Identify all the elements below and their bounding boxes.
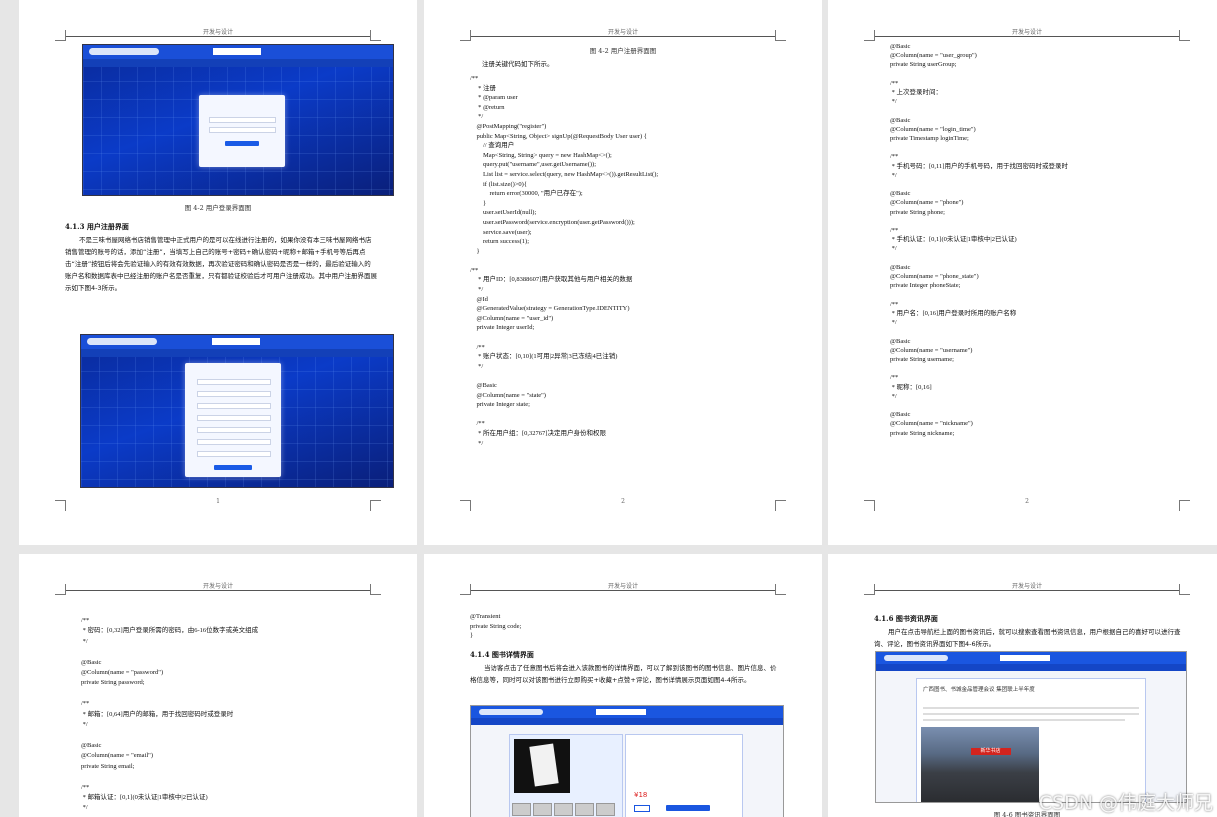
header-rule — [65, 36, 371, 37]
crop-mark — [55, 584, 66, 595]
header-rule — [874, 36, 1180, 37]
page-number: 2 — [621, 498, 625, 505]
figure-caption: 图 4-2 用户登录界面图 — [184, 204, 252, 212]
document-page-3: 开发与设计 @Basic @Column(name = "user_group"… — [828, 0, 1217, 545]
crop-mark — [1179, 30, 1190, 41]
page-number: 2 — [1025, 498, 1029, 505]
body-paragraph: 当访客点击了任意图书后将会进入该款图书的详情界面，可以了解到该图书的图书信息、图… — [470, 664, 777, 684]
register-screenshot — [80, 334, 394, 488]
page-header: 开发与设计 — [1011, 583, 1042, 590]
crop-mark — [1179, 584, 1190, 595]
page-number: 1 — [216, 498, 220, 505]
crop-mark — [460, 584, 471, 595]
book-detail-screenshot: ¥18 — [470, 705, 784, 817]
crop-mark — [370, 584, 381, 595]
header-rule — [65, 590, 371, 591]
section-heading: 4.1.6 图书资讯界面 — [874, 614, 938, 623]
shop-sign: 新华书店 — [970, 748, 1011, 756]
news-title: 广西图书、书城金品管理会议 集团联上半年度 — [923, 687, 1035, 693]
news-photo: 新华书店 — [921, 727, 1039, 802]
page-header: 开发与设计 — [202, 583, 233, 590]
body-paragraph: 用户在点击导航栏上面的图书资讯后，就可以搜索查看图书资讯信息，用户根据自己的喜好… — [874, 628, 1181, 648]
code-block: /** * 注册 * @param user * @return */ @Pos… — [470, 75, 659, 447]
header-rule — [470, 36, 776, 37]
login-screenshot — [82, 44, 394, 196]
page-header: 开发与设计 — [202, 29, 233, 36]
crop-mark — [775, 30, 786, 41]
section-heading: 4.1.4 图书详情界面 — [470, 650, 534, 659]
document-page-6: 开发与设计 4.1.6 图书资讯界面 用户在点击导航栏上面的图书资讯后，就可以搜… — [828, 554, 1217, 817]
page-header: 开发与设计 — [607, 583, 638, 590]
document-page-5: 开发与设计 @Transient private String code; } … — [424, 554, 822, 817]
csdn-watermark: CSDN @伟庭大师兄 — [1038, 792, 1213, 814]
body-paragraph: 不是三味书屋网络书店销售管理中正式用户的是可以在线进行注册的，如果你没有本三味书… — [65, 236, 377, 292]
book-news-screenshot: 广西图书、书城金品管理会议 集团联上半年度 新华书店 — [875, 651, 1187, 803]
quantity-stepper[interactable] — [634, 805, 650, 812]
crop-mark — [864, 30, 875, 41]
crop-mark — [864, 584, 875, 595]
document-page-2: 开发与设计 图 4-2 用户注册界面图 注册关键代码如下所示。 /** * 注册… — [424, 0, 822, 545]
section-heading: 4.1.3 用户注册界面 — [65, 222, 129, 231]
header-rule — [874, 590, 1180, 591]
document-page-1: 开发与设计 图 4-2 用户登录界面图 4.1.3 用户注册界面 不是三味书屋网… — [19, 0, 417, 545]
figure-caption: 图 4-2 用户注册界面图 — [589, 47, 657, 55]
crop-mark — [775, 584, 786, 595]
code-block: @Transient private String code; } — [470, 613, 522, 640]
document-page-4: 开发与设计 /** * 密码：[0,32]用户登录所需的密码，由6-16位数字或… — [19, 554, 417, 817]
crop-mark — [55, 30, 66, 41]
code-block: @Basic @Column(name = "user_group") priv… — [890, 43, 1068, 437]
crop-mark — [370, 30, 381, 41]
book-price: ¥18 — [634, 791, 648, 799]
page-header: 开发与设计 — [607, 29, 638, 36]
body-paragraph: 注册关键代码如下所示。 — [482, 60, 554, 68]
crop-mark — [460, 30, 471, 41]
buy-now-button[interactable] — [666, 805, 710, 811]
code-block: /** * 密码：[0,32]用户登录所需的密码，由6-16位数字或英文组成 *… — [81, 617, 259, 812]
page-header: 开发与设计 — [1011, 29, 1042, 36]
header-rule — [470, 590, 776, 591]
